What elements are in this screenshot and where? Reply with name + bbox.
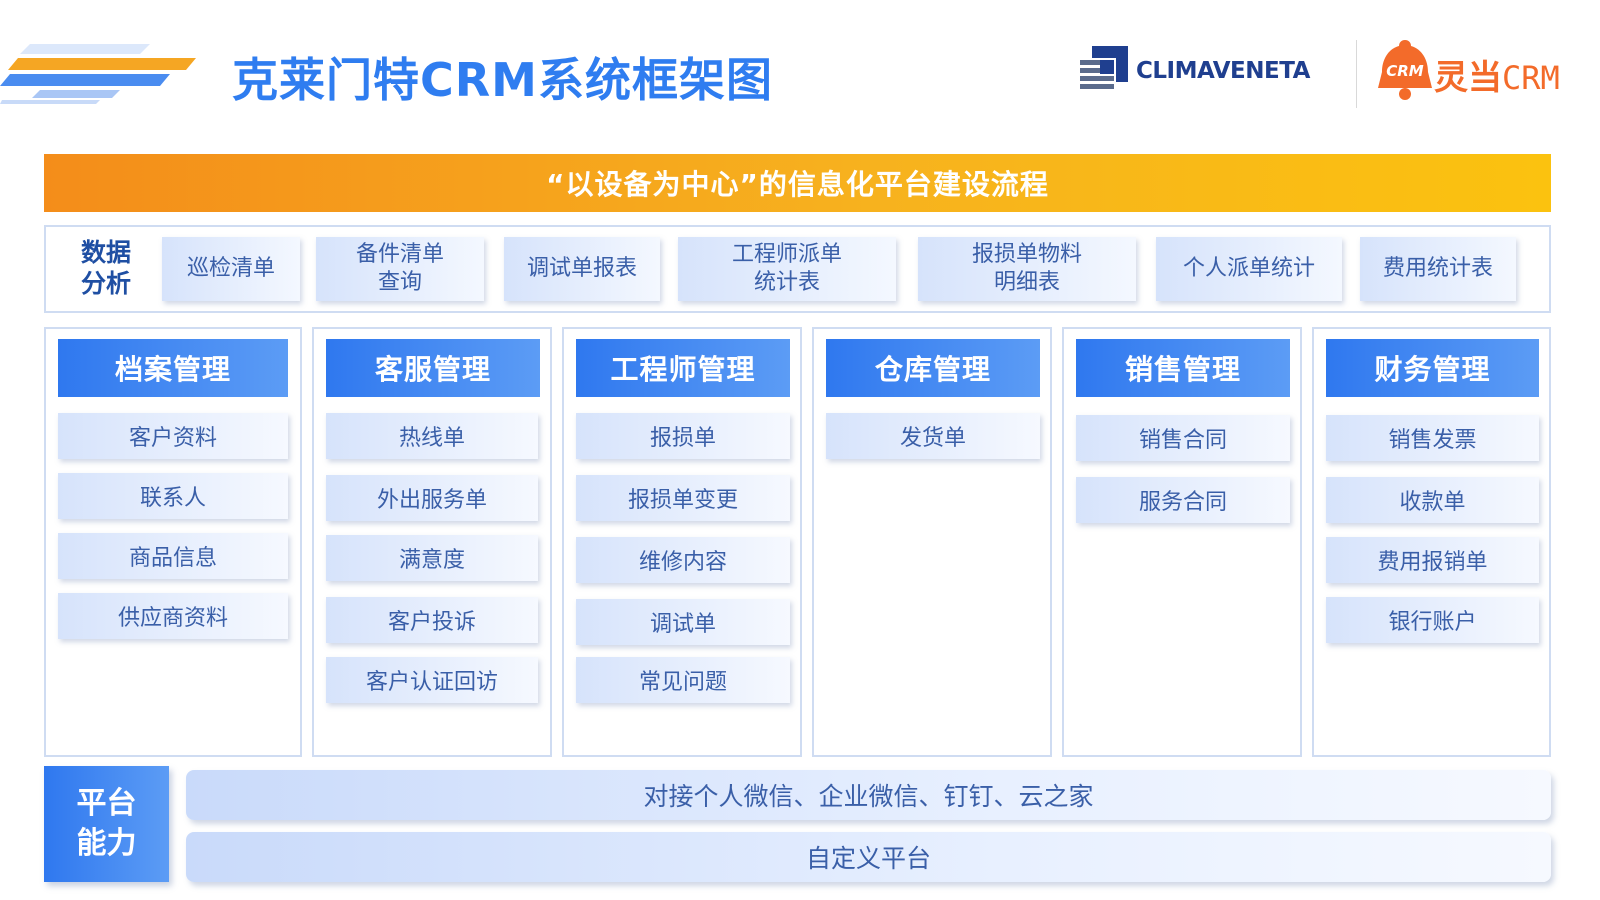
analysis-item-label: 工程师派单 统计表 (731, 242, 842, 295)
climaveneta-wordmark: CLIMAVENETA (1136, 58, 1310, 84)
module-customer-service-management: 客服管理 热线单 外出服务单 满意度 客户投诉 客户认证回访 (312, 327, 552, 757)
analysis-item-label: 报损单物料 明细表 (971, 242, 1082, 295)
module-warehouse-management: 仓库管理 发货单 (812, 327, 1052, 757)
module-item[interactable]: 报损单 (576, 413, 790, 459)
page-title: 克莱门特CRM系统框架图 (232, 53, 773, 107)
module-item[interactable]: 销售合同 (1076, 415, 1290, 461)
lingdang-crm-suffix: CRM (1502, 59, 1560, 97)
module-head[interactable]: 档案管理 (58, 339, 288, 397)
platform-bar-integrations[interactable]: 对接个人微信、企业微信、钉钉、云之家 (186, 770, 1551, 820)
module-item[interactable]: 发货单 (826, 413, 1040, 459)
bell-crm-text: CRM (1386, 62, 1424, 80)
process-banner: “以设备为中心”的信息化平台建设流程 (44, 154, 1551, 212)
module-item[interactable]: 热线单 (326, 413, 538, 459)
analysis-item-label: 费用统计表 (1382, 256, 1493, 281)
climaveneta-mark-icon (1080, 46, 1128, 94)
module-head[interactable]: 客服管理 (326, 339, 540, 397)
module-item[interactable]: 外出服务单 (326, 475, 538, 521)
module-item[interactable]: 费用报销单 (1326, 537, 1539, 583)
module-item[interactable]: 客户投诉 (326, 597, 538, 643)
platform-capability-label-text: 平台 能力 (76, 786, 137, 861)
module-item[interactable]: 商品信息 (58, 533, 288, 579)
module-archive-management: 档案管理 客户资料 联系人 商品信息 供应商资料 (44, 327, 302, 757)
module-item[interactable]: 满意度 (326, 535, 538, 581)
data-analysis-row: 数据 分析 巡检清单 备件清单 查询 调试单报表 工程师派单 统计表 报损单物料 明细表… (44, 225, 1551, 313)
module-engineer-management: 工程师管理 报损单 报损单变更 维修内容 调试单 常见问题 (562, 327, 802, 757)
logo-divider (1356, 40, 1357, 108)
data-analysis-label: 数据 分析 (76, 237, 136, 299)
climaveneta-logo: CLIMAVENETA (1080, 44, 1340, 96)
analysis-item-expense-stats[interactable]: 费用统计表 (1360, 237, 1516, 301)
module-item[interactable]: 常见问题 (576, 657, 790, 703)
module-item[interactable]: 报损单变更 (576, 475, 790, 521)
module-head[interactable]: 工程师管理 (576, 339, 790, 397)
analysis-item-inspection-list[interactable]: 巡检清单 (162, 237, 300, 301)
lingdang-wordmark: 灵当CRM (1434, 50, 1560, 99)
module-item[interactable]: 调试单 (576, 599, 790, 645)
bell-icon: CRM (1378, 40, 1432, 100)
analysis-item-commissioning-report[interactable]: 调试单报表 (504, 237, 660, 301)
analysis-item-personal-dispatch-stats[interactable]: 个人派单统计 (1156, 237, 1342, 301)
analysis-item-engineer-dispatch-stats[interactable]: 工程师派单 统计表 (678, 237, 896, 301)
module-item[interactable]: 收款单 (1326, 477, 1539, 523)
platform-capability-label: 平台 能力 (44, 766, 169, 882)
lingdang-name: 灵当 (1434, 58, 1502, 98)
module-item[interactable]: 维修内容 (576, 537, 790, 583)
analysis-item-label: 调试单报表 (526, 256, 637, 281)
banner-text: “以设备为中心”的信息化平台建设流程 (546, 168, 1049, 201)
module-item[interactable]: 销售发票 (1326, 415, 1539, 461)
module-item[interactable]: 服务合同 (1076, 477, 1290, 523)
module-item[interactable]: 联系人 (58, 473, 288, 519)
module-head[interactable]: 仓库管理 (826, 339, 1040, 397)
platform-bar-custom-platform[interactable]: 自定义平台 (186, 832, 1551, 882)
module-item[interactable]: 供应商资料 (58, 593, 288, 639)
module-sales-management: 销售管理 销售合同 服务合同 (1062, 327, 1302, 757)
lingdang-crm-logo: CRM 灵当CRM (1374, 36, 1584, 106)
module-head[interactable]: 财务管理 (1326, 339, 1539, 397)
analysis-item-label: 备件清单 查询 (355, 242, 444, 295)
analysis-item-label: 巡检清单 (186, 256, 275, 281)
analysis-item-label: 个人派单统计 (1182, 256, 1315, 281)
module-finance-management: 财务管理 销售发票 收款单 费用报销单 银行账户 (1312, 327, 1551, 757)
analysis-item-spare-parts-query[interactable]: 备件清单 查询 (316, 237, 484, 301)
decorative-stripes-icon (0, 44, 196, 104)
module-item[interactable]: 银行账户 (1326, 597, 1539, 643)
module-head[interactable]: 销售管理 (1076, 339, 1290, 397)
analysis-item-damage-material-detail[interactable]: 报损单物料 明细表 (918, 237, 1136, 301)
module-item[interactable]: 客户认证回访 (326, 657, 538, 703)
data-analysis-label-text: 数据 分析 (80, 238, 131, 298)
module-item[interactable]: 客户资料 (58, 413, 288, 459)
